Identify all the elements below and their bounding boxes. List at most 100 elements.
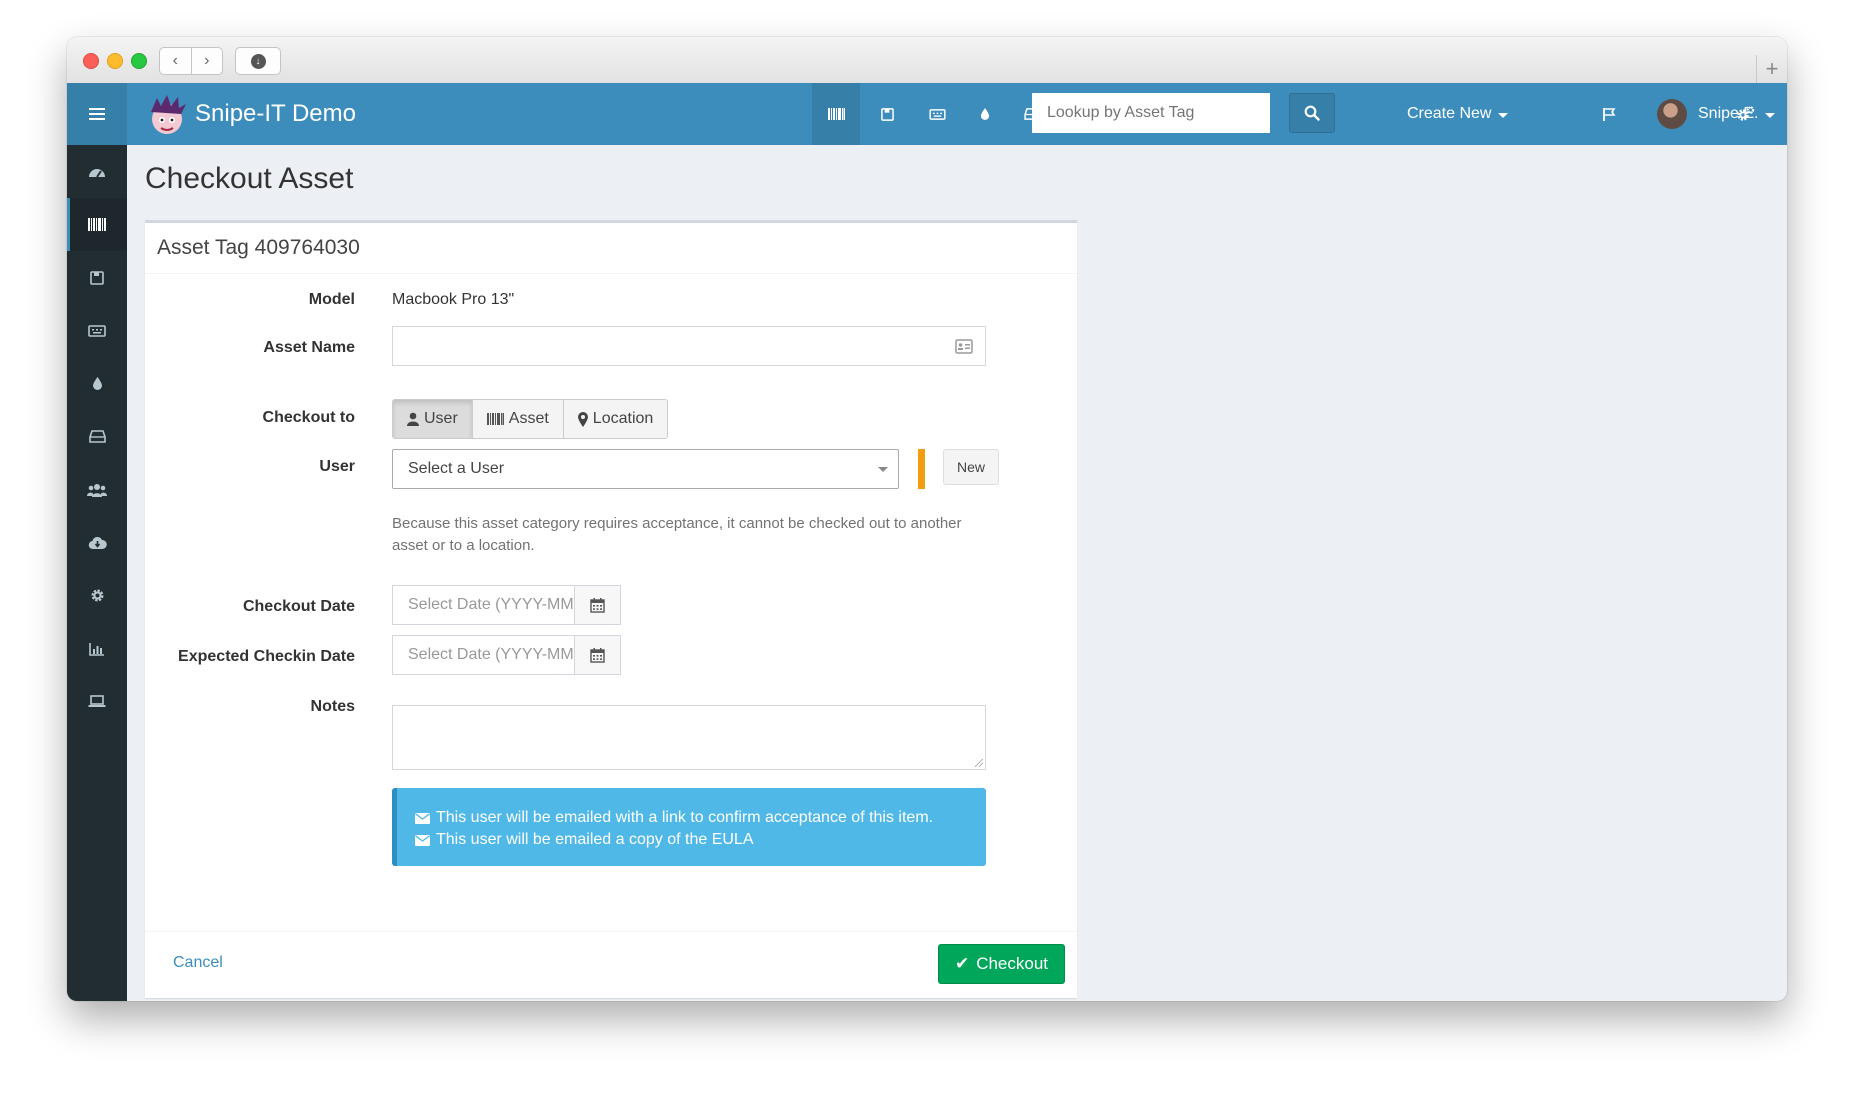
box-header: Asset Tag 409764030 <box>145 223 1077 274</box>
user-select[interactable]: Select a User <box>392 449 899 489</box>
sidebar-item-accessories[interactable] <box>67 304 127 357</box>
calendar-icon <box>590 597 605 613</box>
sidebar-item-consumables[interactable] <box>67 357 127 410</box>
checkout-date-group: Select Date (YYYY-MM-DD) <box>392 585 621 625</box>
laptop-icon <box>88 695 106 707</box>
expected-checkin-label: Expected Checkin Date <box>178 648 355 665</box>
checkout-date-label: Checkout Date <box>242 598 355 615</box>
browser-window: ‹ › ↓ + Snipe-IT Demo Lookup by Asset Ta… <box>67 37 1787 1001</box>
model-value: Macbook Pro 13" <box>392 291 515 308</box>
create-new-dropdown[interactable]: Create New <box>1407 83 1509 145</box>
user-menu-dropdown[interactable]: Snipe E. <box>1657 83 1776 145</box>
nav-consumables-button[interactable] <box>961 83 1009 145</box>
sidebar-item-settings[interactable] <box>67 569 127 622</box>
checkout-date-picker-button[interactable] <box>575 585 621 625</box>
maximize-window-button[interactable] <box>131 53 147 69</box>
checkout-to-toggle: User Asset Location <box>392 399 669 439</box>
drop-icon <box>980 108 990 120</box>
envelope-icon <box>415 812 430 824</box>
avatar <box>1657 99 1687 129</box>
checkout-to-user-button[interactable]: User <box>393 400 472 438</box>
close-window-button[interactable] <box>83 53 99 69</box>
checkout-date-input[interactable]: Select Date (YYYY-MM-DD) <box>392 585 576 625</box>
sidebar-item-assets[interactable] <box>67 198 127 251</box>
expected-checkin-input[interactable]: Select Date (YYYY-MM-DD) <box>392 635 576 675</box>
acceptance-help-text: Because this asset category requires acc… <box>392 515 962 554</box>
calendar-icon <box>590 647 605 663</box>
sidebar-item-dashboard[interactable] <box>67 145 127 198</box>
email-notice-callout: This user will be emailed with a link to… <box>392 788 986 866</box>
drop-icon <box>92 377 102 390</box>
checkout-button[interactable]: ✔ Checkout <box>938 944 1065 984</box>
email-notice-line: This user will be emailed with a link to… <box>415 807 986 829</box>
user-icon <box>407 412 419 426</box>
nav-licenses-button[interactable] <box>863 83 911 145</box>
sidebar-item-licenses[interactable] <box>67 251 127 304</box>
main-content: Checkout Asset Asset Tag 409764030 Model… <box>127 145 1787 1001</box>
snipe-logo-icon <box>151 95 186 134</box>
caret-down-icon <box>1498 112 1509 118</box>
new-tab-button[interactable]: + <box>1756 55 1787 83</box>
page-title: Checkout Asset <box>145 162 354 195</box>
minimize-window-button[interactable] <box>107 53 123 69</box>
keyboard-icon <box>88 324 106 337</box>
sidebar-item-import[interactable] <box>67 516 127 569</box>
caret-down-icon <box>1765 112 1776 118</box>
app-brand[interactable]: Snipe-IT Demo <box>195 100 356 128</box>
asset-tag-search-input[interactable] <box>1032 93 1270 133</box>
cancel-link[interactable]: Cancel <box>173 954 223 972</box>
top-navbar: Snipe-IT Demo Create New Snipe E <box>127 83 1787 145</box>
resize-grip-icon[interactable] <box>975 759 983 767</box>
checkout-to-asset-button[interactable]: Asset <box>471 400 563 438</box>
sidebar-item-people[interactable] <box>67 463 127 516</box>
hamburger-icon <box>89 108 105 120</box>
back-arrow-icon[interactable]: ‹ <box>160 48 191 74</box>
notes-label: Notes <box>310 698 355 715</box>
search-button[interactable] <box>1289 93 1335 133</box>
admin-settings-button[interactable] <box>1737 83 1755 145</box>
checkout-to-location-button[interactable]: Location <box>562 400 668 438</box>
envelope-icon <box>415 834 430 846</box>
alerts-button[interactable] <box>1602 83 1617 145</box>
barcode-icon <box>88 218 106 231</box>
forward-arrow-icon[interactable]: › <box>190 48 223 74</box>
nav-accessories-button[interactable] <box>913 83 961 145</box>
checkout-form-box: Asset Tag 409764030 Model Macbook Pro 13… <box>145 220 1077 998</box>
nav-assets-button[interactable] <box>812 83 860 145</box>
sidebar-toggle-button[interactable] <box>67 83 127 145</box>
asset-name-label: Asset Name <box>263 339 355 356</box>
notes-textarea[interactable] <box>392 705 986 770</box>
required-indicator <box>918 449 925 489</box>
floppy-disk-icon <box>90 270 104 285</box>
expected-checkin-picker-button[interactable] <box>575 635 621 675</box>
new-user-button[interactable]: New <box>943 449 999 485</box>
search-icon <box>1304 105 1320 121</box>
gear-icon <box>91 589 103 602</box>
asset-name-input[interactable] <box>392 326 986 366</box>
downloads-button[interactable]: ↓ <box>235 47 281 75</box>
download-icon: ↓ <box>250 53 266 69</box>
barcode-icon <box>827 108 845 120</box>
create-new-label: Create New <box>1407 105 1492 122</box>
cogs-icon <box>1737 106 1755 121</box>
keyboard-icon <box>928 108 946 120</box>
floppy-disk-icon <box>880 107 894 121</box>
history-nav: ‹ › <box>159 47 223 75</box>
cloud-download-icon <box>88 536 107 549</box>
model-label: Model <box>308 291 355 308</box>
barcode-icon <box>486 413 504 425</box>
hdd-icon <box>88 430 106 443</box>
flag-icon <box>1603 107 1616 121</box>
map-marker-icon <box>577 411 588 427</box>
sidebar-item-requestable[interactable] <box>67 675 127 728</box>
dashboard-icon <box>89 168 105 178</box>
expected-checkin-group: Select Date (YYYY-MM-DD) <box>392 635 621 675</box>
browser-chrome: ‹ › ↓ + <box>67 37 1787 84</box>
chevron-down-icon <box>878 467 888 472</box>
eula-notice-line: This user will be emailed a copy of the … <box>415 829 986 851</box>
sidebar-item-components[interactable] <box>67 410 127 463</box>
user-label: User <box>319 458 355 475</box>
sidebar-item-reports[interactable] <box>67 622 127 675</box>
bar-chart-icon <box>89 642 104 656</box>
sidebar <box>67 83 127 1001</box>
